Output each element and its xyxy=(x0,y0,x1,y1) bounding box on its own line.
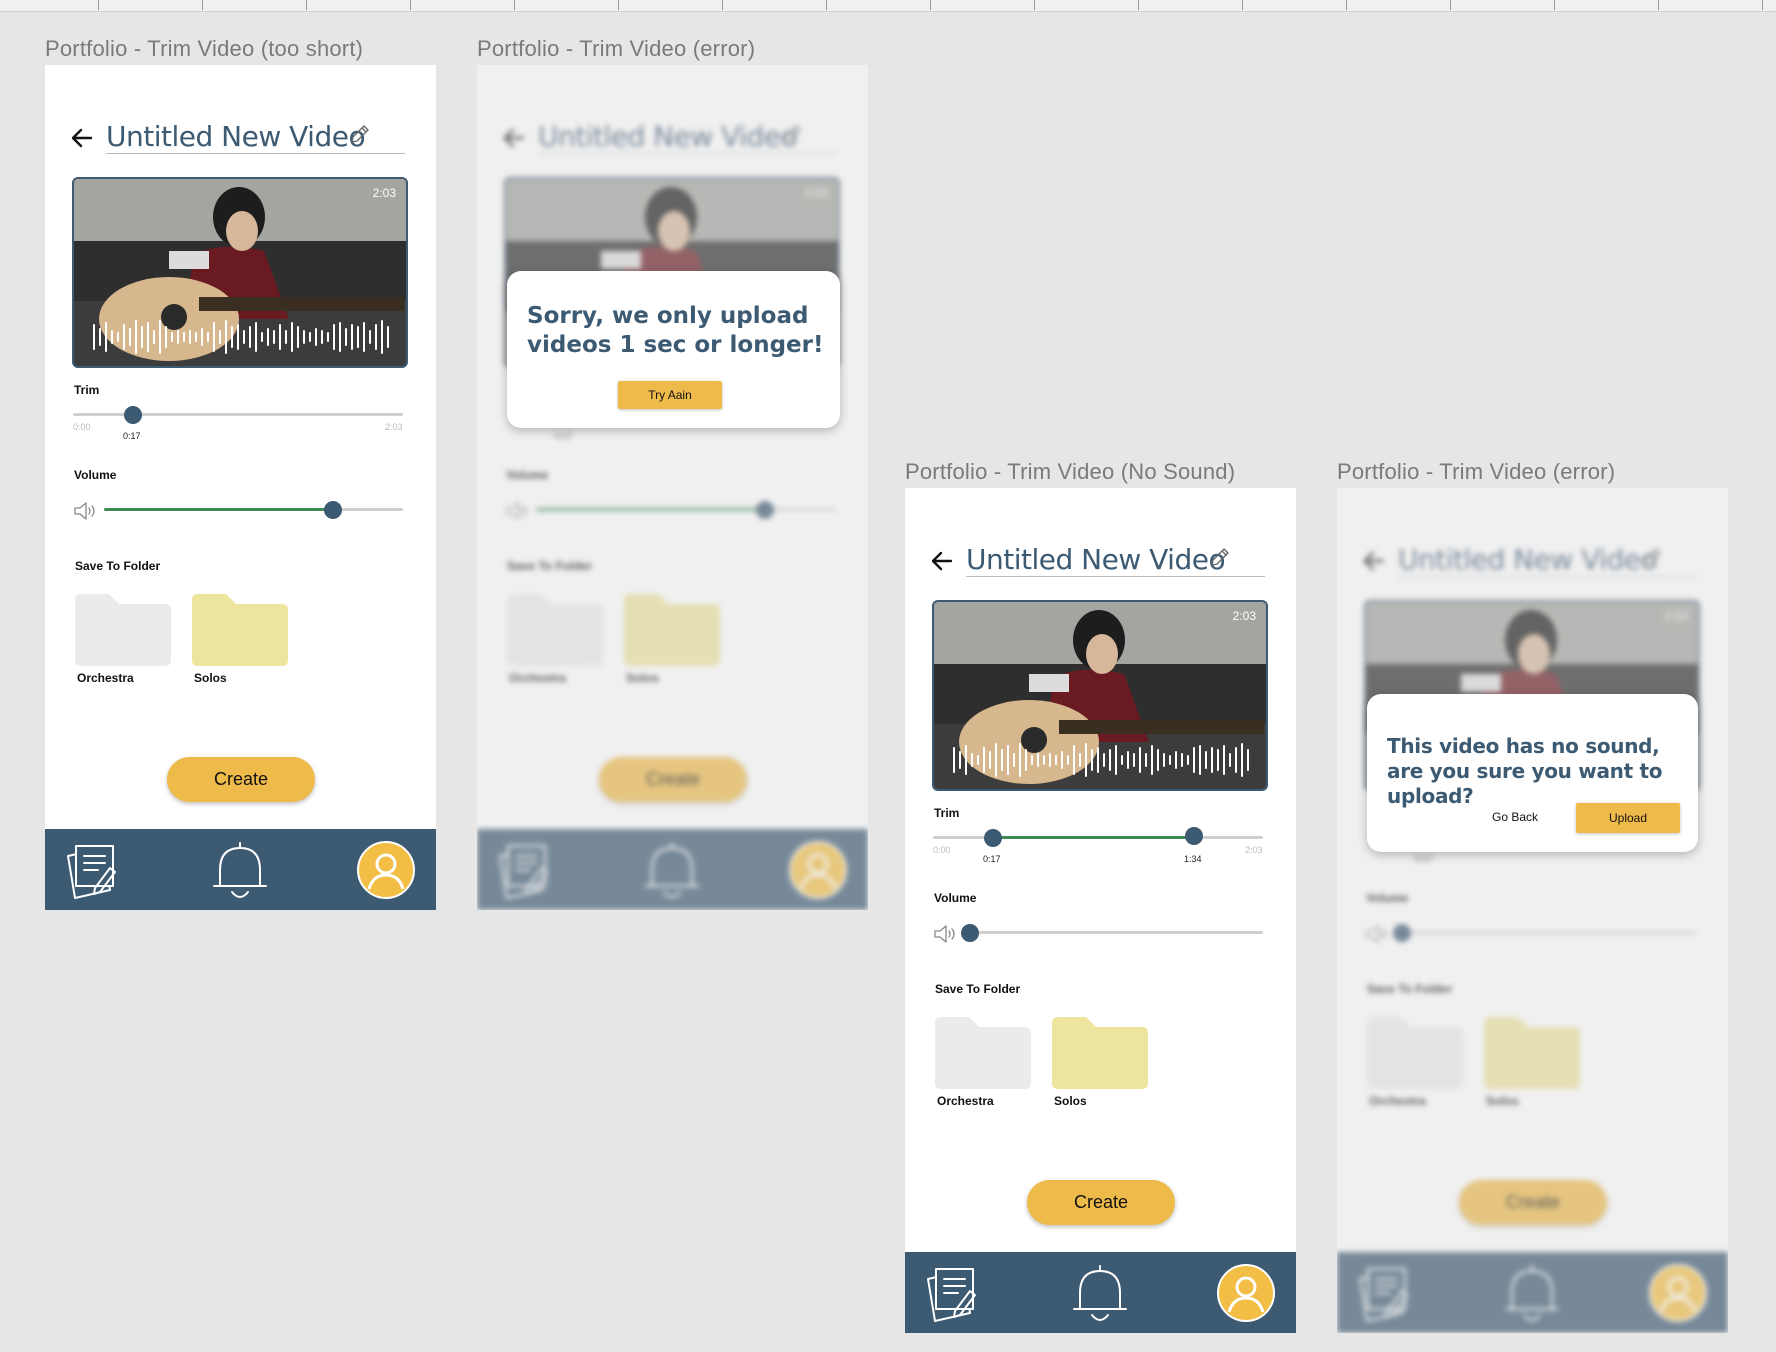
ruler-tick xyxy=(1346,0,1347,10)
video-duration: 2:03 xyxy=(372,186,396,200)
artboard-label-no-sound[interactable]: Portfolio - Trim Video (No Sound) xyxy=(905,459,1235,485)
save-to-folder-label: Save To Folder xyxy=(75,559,161,573)
go-back-button[interactable]: Go Back xyxy=(1492,810,1538,824)
phone-no-sound: Untitled New Video 2:03 Trim 0:00 2:03 0… xyxy=(905,488,1296,1333)
trim-start-time: 0:00 xyxy=(933,845,951,855)
artboard-label-error-2[interactable]: Portfolio - Trim Video (error) xyxy=(1337,459,1615,485)
ruler-tick xyxy=(618,0,619,10)
modal-overlay xyxy=(1337,488,1728,1333)
back-arrow-icon[interactable] xyxy=(930,549,954,573)
page-title[interactable]: Untitled New Video xyxy=(966,543,1226,576)
upload-button[interactable]: Upload xyxy=(1576,803,1680,833)
ruler-tick xyxy=(514,0,515,10)
phone-error: Untitled New Video 2:03 0:17 Volume Save… xyxy=(477,65,868,910)
video-preview[interactable]: 2:03 xyxy=(932,600,1268,791)
trim-end-time: 2:03 xyxy=(1245,845,1263,855)
title-underline xyxy=(966,576,1265,577)
bell-icon[interactable] xyxy=(1072,1263,1128,1323)
modal-overlay xyxy=(477,65,868,910)
ruler-tick xyxy=(1242,0,1243,10)
save-to-folder-label: Save To Folder xyxy=(935,982,1021,996)
ruler-tick xyxy=(722,0,723,10)
bell-icon[interactable] xyxy=(212,840,268,900)
try-again-button[interactable]: Try Aain xyxy=(618,381,722,409)
document-pen-icon[interactable] xyxy=(925,1261,985,1323)
trim-label: Trim xyxy=(74,383,100,397)
artboard-label-too-short[interactable]: Portfolio - Trim Video (too short) xyxy=(45,36,363,62)
volume-label: Volume xyxy=(74,468,117,482)
ruler-tick xyxy=(930,0,931,10)
ruler-tick xyxy=(98,0,99,10)
waveform xyxy=(93,320,389,354)
artboard-label-error[interactable]: Portfolio - Trim Video (error) xyxy=(477,36,755,62)
speaker-icon[interactable] xyxy=(73,501,99,521)
volume-track[interactable] xyxy=(964,931,1263,934)
folder-label-orchestra[interactable]: Orchestra xyxy=(77,671,134,685)
ruler-tick xyxy=(1554,0,1555,10)
document-pen-icon[interactable] xyxy=(65,838,125,900)
trim-label: Trim xyxy=(934,806,960,820)
bottom-nav xyxy=(905,1252,1296,1333)
trim-start-handle-time: 0:17 xyxy=(983,854,1001,864)
folder-icon[interactable] xyxy=(192,594,288,666)
trim-selection xyxy=(993,836,1195,839)
volume-label: Volume xyxy=(934,891,977,905)
folder-icon[interactable] xyxy=(935,1017,1031,1089)
ruler-tick xyxy=(306,0,307,10)
folder-label-orchestra[interactable]: Orchestra xyxy=(937,1094,994,1108)
speaker-icon[interactable] xyxy=(933,924,959,944)
trim-start-handle[interactable] xyxy=(984,829,1002,847)
folder-label-solos[interactable]: Solos xyxy=(1054,1094,1087,1108)
ruler-tick xyxy=(1658,0,1659,10)
ruler-tick xyxy=(202,0,203,10)
bottom-nav xyxy=(45,829,436,910)
create-button[interactable]: Create xyxy=(1027,1180,1175,1225)
volume-fill xyxy=(104,508,333,511)
video-preview[interactable]: 2:03 xyxy=(72,177,408,368)
profile-icon[interactable] xyxy=(357,841,415,899)
pencil-icon[interactable] xyxy=(348,122,372,146)
folder-label-solos[interactable]: Solos xyxy=(194,671,227,685)
volume-handle[interactable] xyxy=(961,924,979,942)
trim-end-time: 2:03 xyxy=(385,422,403,432)
title-underline xyxy=(106,153,405,154)
folder-icon[interactable] xyxy=(75,594,171,666)
trim-start-time: 0:00 xyxy=(73,422,91,432)
ruler-tick xyxy=(1034,0,1035,10)
no-sound-dialog: This video has no sound, are you sure yo… xyxy=(1367,694,1698,852)
create-button[interactable]: Create xyxy=(167,757,315,802)
ruler-tick xyxy=(410,0,411,10)
trim-handle-time: 0:17 xyxy=(123,431,141,441)
ruler-tick xyxy=(1450,0,1451,10)
screen-content: Untitled New Video 2:03 Trim 0:00 2:03 0… xyxy=(45,65,436,910)
trim-handle[interactable] xyxy=(124,406,142,424)
folder-icon[interactable] xyxy=(1052,1017,1148,1089)
video-duration: 2:03 xyxy=(1232,609,1256,623)
volume-handle[interactable] xyxy=(324,501,342,519)
profile-icon[interactable] xyxy=(1217,1264,1275,1322)
trim-track[interactable] xyxy=(73,413,403,416)
dialog-message: Sorry, we only upload videos 1 sec or lo… xyxy=(527,303,824,358)
ruler-tick xyxy=(826,0,827,10)
page-title[interactable]: Untitled New Video xyxy=(106,120,366,153)
error-dialog: Sorry, we only upload videos 1 sec or lo… xyxy=(507,271,840,428)
screen-content: Untitled New Video 2:03 Trim 0:00 2:03 0… xyxy=(905,488,1296,1333)
dialog-message: This video has no sound, are you sure yo… xyxy=(1387,734,1663,808)
phone-error-no-sound: Untitled New Video 2:03 0:17 Volume Save… xyxy=(1337,488,1728,1333)
trim-end-handle[interactable] xyxy=(1185,827,1203,845)
trim-end-handle-time: 1:34 xyxy=(1184,854,1202,864)
phone-too-short: Untitled New Video 2:03 Trim 0:00 2:03 0… xyxy=(45,65,436,910)
waveform xyxy=(953,743,1249,777)
pencil-icon[interactable] xyxy=(1208,545,1232,569)
canvas-ruler xyxy=(0,0,1776,12)
ruler-tick xyxy=(1762,0,1763,10)
back-arrow-icon[interactable] xyxy=(70,126,94,150)
ruler-tick xyxy=(1138,0,1139,10)
